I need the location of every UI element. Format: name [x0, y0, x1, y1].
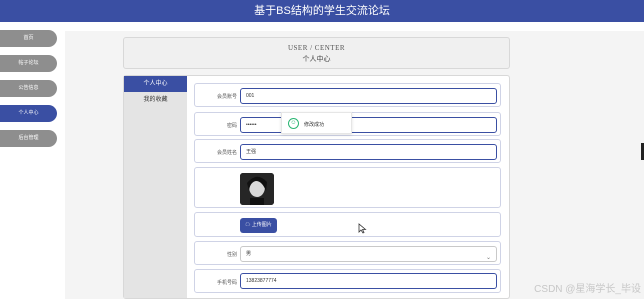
section-title-zh: 个人中心	[302, 56, 331, 63]
section-title-en: USER / CENTER	[287, 44, 346, 52]
name-label: 会员姓名	[216, 150, 237, 156]
gender-select[interactable]: 男 ⌄	[240, 246, 497, 262]
toast-message: 修改成功	[304, 122, 325, 128]
upload-button-label: 上传图片	[251, 222, 272, 228]
name-input[interactable]: 王强	[240, 144, 497, 160]
section-heading-card: USER / CENTER 个人中心	[123, 37, 510, 69]
phone-input[interactable]: 13823877774	[240, 273, 497, 289]
nav-item-announcements[interactable]: 公告信息	[0, 80, 57, 97]
smile-icon: ☺	[288, 118, 299, 129]
submenu-item-favorites[interactable]: 我的收藏	[124, 92, 187, 108]
upload-image-button[interactable]: ☁ 上传图片	[240, 218, 277, 233]
phone-row: 手机号码 13823877774	[194, 269, 501, 293]
nav-item-admin[interactable]: 后台管理	[0, 130, 57, 147]
account-input[interactable]: 001	[240, 88, 497, 104]
mouse-pointer-icon	[358, 223, 367, 234]
password-input[interactable]: ••••••	[240, 117, 497, 133]
gender-value: 男	[246, 251, 252, 257]
nav-item-home[interactable]: 首页	[0, 30, 57, 47]
success-toast: ☺ 修改成功	[281, 112, 352, 134]
page-title: 基于BS结构的学生交流论坛	[254, 5, 390, 17]
chevron-down-icon: ⌄	[485, 255, 491, 261]
avatar	[240, 173, 274, 205]
phone-label: 手机号码	[216, 280, 237, 286]
name-row: 会员姓名 王强	[194, 139, 501, 163]
watermark: CSDN @星海学长_毕设	[534, 284, 641, 295]
nav-item-forum[interactable]: 帖子论坛	[0, 55, 57, 72]
main-nav: 首页 帖子论坛 公告信息 个人中心 后台管理	[0, 30, 58, 155]
avatar-image	[240, 173, 274, 205]
nav-item-personal-center[interactable]: 个人中心	[0, 105, 57, 122]
account-label: 会员账号	[216, 94, 237, 100]
app-header: 基于BS结构的学生交流论坛	[0, 0, 644, 22]
gender-row: 性别 男 ⌄	[194, 241, 501, 265]
avatar-row	[194, 167, 501, 208]
upload-icon: ☁	[245, 222, 251, 228]
profile-submenu: 个人中心 我的收藏	[124, 76, 187, 298]
submenu-item-personal-center[interactable]: 个人中心	[124, 76, 187, 92]
gender-label: 性别	[226, 252, 237, 258]
upload-row: ☁ 上传图片	[194, 212, 501, 237]
account-row: 会员账号 001	[194, 83, 501, 107]
password-label: 密码	[226, 123, 237, 129]
